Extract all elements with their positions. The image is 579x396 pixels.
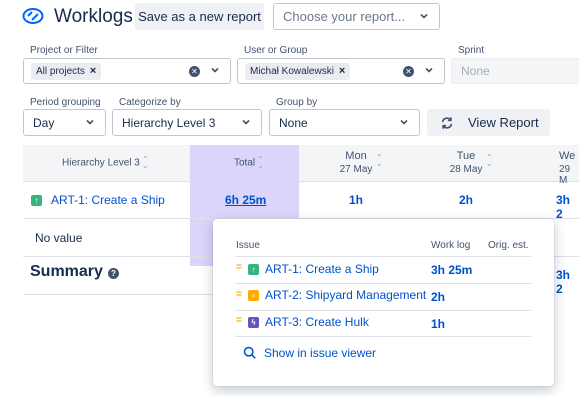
sprint-placeholder: None [461, 64, 490, 78]
period-grouping-label: Period grouping [30, 97, 101, 108]
chevron-down-icon [400, 119, 408, 125]
priority-medium-icon: = [236, 315, 242, 326]
sort-icon: ⌃ ⌄ [141, 155, 149, 170]
priority-medium-icon: = [236, 262, 242, 273]
user-chip[interactable]: Michał Kowalewski × [245, 62, 351, 80]
popup-col-orig-est: Orig. est. [488, 240, 529, 251]
epic-icon: ϟ [248, 316, 259, 328]
remove-chip-icon[interactable]: × [339, 65, 345, 77]
popup-divider [235, 336, 531, 337]
group-by-label: Group by [276, 97, 318, 108]
issue-link[interactable]: ART-1: Create a Ship [51, 193, 165, 207]
sprint-filter-label: Sprint [458, 45, 485, 56]
project-filter-label: Project or Filter [30, 45, 98, 56]
popup-worklog-value: 2h [431, 290, 446, 304]
chevron-down-icon [86, 119, 94, 125]
user-filter-label: User or Group [244, 45, 308, 56]
column-header-tue[interactable]: Tue 28 May [441, 150, 491, 175]
popup-worklog-value: 1h [431, 317, 446, 331]
report-select[interactable]: Choose your report... [273, 3, 440, 30]
categorize-by-value: Hierarchy Level 3 [122, 115, 216, 130]
chevron-down-icon [420, 13, 428, 19]
popup-col-worklog: Work log [431, 240, 471, 251]
column-header-total[interactable]: Total ⌃ ⌄ [234, 155, 264, 170]
period-grouping-value: Day [33, 115, 55, 130]
table-row-art-1[interactable]: ↑ ART-1: Create a Ship [31, 193, 165, 207]
popup-divider [235, 256, 531, 257]
popup-col-issue: Issue [236, 240, 260, 251]
view-report-label: View Report [468, 115, 539, 130]
worklogs-logo-icon [22, 8, 44, 24]
user-chip-label: Michał Kowalewski [250, 65, 334, 77]
chevron-down-icon[interactable] [424, 65, 434, 75]
row-no-value: No value [35, 231, 83, 245]
popup-issue-link[interactable]: ϟ ART-3: Create Hulk [248, 315, 369, 329]
refresh-icon [441, 116, 453, 129]
popup-issue-link[interactable]: ↑ ART-1: Create a Ship [248, 262, 379, 276]
mon-cell[interactable]: 1h [349, 193, 363, 207]
tue-cell[interactable]: 2h [459, 193, 473, 207]
show-in-issue-viewer-link[interactable]: Show in issue viewer [243, 346, 376, 360]
sort-icon: ⌃ ⌄ [486, 153, 493, 168]
sort-icon: ⌃ ⌄ [257, 155, 264, 170]
clear-icon[interactable]: ✕ [189, 66, 200, 77]
group-by-value: None [279, 115, 308, 130]
chevron-down-icon [242, 119, 250, 125]
report-select-placeholder: Choose your report... [283, 9, 406, 24]
save-report-button[interactable]: Save as a new report [135, 3, 264, 30]
story-icon: ↑ [31, 194, 42, 206]
summary-label: Summary [30, 263, 103, 280]
view-report-button[interactable]: View Report [427, 109, 550, 136]
project-filter-select[interactable]: All projects × ✕ [23, 58, 231, 84]
period-grouping-select[interactable]: Day [23, 109, 106, 136]
row-divider [23, 294, 213, 295]
bulb-icon: ♀ [248, 289, 259, 301]
categorize-by-label: Categorize by [119, 97, 181, 108]
wed-cell[interactable]: 3h 2 [556, 193, 579, 221]
popup-divider [235, 310, 531, 311]
summary-wed-cell: 3h 2 [556, 268, 571, 296]
total-cell-link[interactable]: 6h 25m [225, 193, 266, 207]
remove-chip-icon[interactable]: × [90, 65, 96, 77]
sort-icon: ⌃ ⌄ [376, 153, 383, 168]
story-icon: ↑ [248, 263, 259, 275]
popup-worklog-value: 3h 25m [431, 263, 473, 277]
search-icon [243, 346, 256, 359]
help-icon[interactable]: ? [107, 268, 119, 279]
priority-medium-icon: = [236, 289, 242, 300]
categorize-by-select[interactable]: Hierarchy Level 3 [112, 109, 262, 136]
user-filter-select[interactable]: Michał Kowalewski × ✕ [237, 58, 445, 84]
chevron-down-icon[interactable] [210, 65, 220, 75]
column-header-mon[interactable]: Mon 27 May [331, 150, 381, 175]
group-by-select[interactable]: None [269, 109, 420, 136]
column-header-wed[interactable]: We 29 M [559, 150, 579, 186]
page-title: Worklogs [54, 6, 133, 27]
popup-issue-link[interactable]: ♀ ART-2: Shipyard Management [248, 288, 426, 302]
sprint-filter-select[interactable]: None [451, 58, 579, 84]
worklog-breakdown-popup: Issue Work log Orig. est. = ↑ ART-1: Cre… [213, 219, 554, 386]
popup-divider [235, 283, 531, 284]
project-chip[interactable]: All projects × [31, 62, 102, 80]
summary-row: Summary ? [30, 263, 119, 281]
column-header-hierarchy[interactable]: Hierarchy Level 3 ⌃ ⌄ [62, 155, 149, 170]
clear-icon[interactable]: ✕ [403, 66, 414, 77]
project-chip-label: All projects [36, 65, 85, 77]
